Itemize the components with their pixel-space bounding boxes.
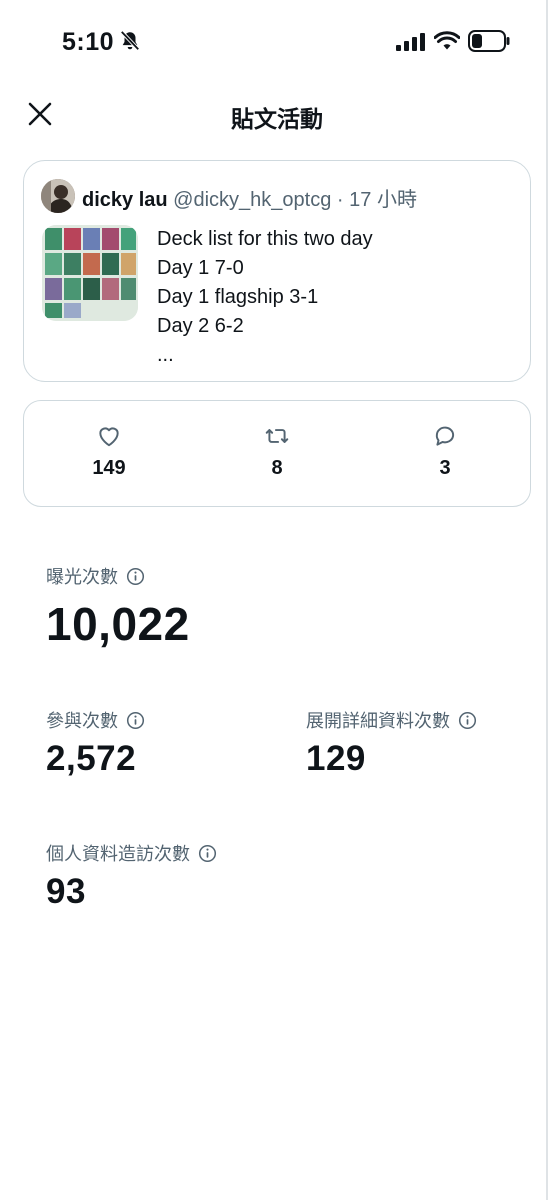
engagement-card: 149 8 3: [23, 400, 531, 507]
detail-expands-label: 展開詳細資料次數: [306, 711, 450, 731]
engagements-label-row: 參與次數: [46, 707, 145, 733]
battery-icon: [468, 30, 510, 52]
reply-icon: [435, 426, 455, 446]
scroll-edge: [546, 0, 548, 1200]
page-title: 貼文活動: [231, 106, 323, 132]
author-name[interactable]: dicky lau: [82, 189, 168, 211]
replies-count: 3: [439, 457, 451, 479]
info-icon[interactable]: [126, 711, 145, 730]
profile-visits-label-row: 個人資料造訪次數: [46, 840, 217, 866]
replies-stat[interactable]: 3: [405, 423, 485, 480]
cellular-signal-icon: [396, 33, 425, 51]
impressions-value: 10,022: [46, 598, 190, 650]
post-text: Deck list for this two day Day 1 7-0 Day…: [157, 225, 373, 370]
wifi-icon: [434, 31, 460, 50]
status-time: 5:10: [62, 28, 115, 56]
status-bar: 5:10: [0, 0, 554, 84]
engagements-label: 參與次數: [46, 711, 118, 731]
likes-stat[interactable]: 149: [69, 423, 149, 480]
repost-icon: [265, 429, 289, 443]
impressions-metric: 曝光次數 10,022: [46, 563, 190, 651]
impressions-label: 曝光次數: [46, 567, 118, 587]
info-icon[interactable]: [458, 711, 477, 730]
impressions-label-row: 曝光次數: [46, 563, 190, 589]
profile-visits-metric: 個人資料造訪次數 93: [46, 840, 217, 912]
profile-visits-label: 個人資料造訪次數: [46, 844, 190, 864]
separator-dot: ·: [336, 189, 344, 211]
likes-count: 149: [92, 457, 126, 479]
reposts-stat[interactable]: 8: [237, 423, 317, 480]
post-author-line: dicky lau @dicky_hk_optcg · 17 小時: [82, 183, 417, 212]
reposts-count: 8: [271, 457, 283, 479]
post-text-line: Day 2 6-2: [157, 315, 244, 337]
post-text-line: Deck list for this two day: [157, 228, 373, 250]
detail-expands-label-row: 展開詳細資料次數: [306, 707, 477, 733]
profile-visits-value: 93: [46, 872, 86, 911]
post-text-line: Day 1 7-0: [157, 257, 244, 279]
post-time: 17 小時: [349, 189, 417, 211]
heart-icon: [99, 427, 119, 447]
info-icon[interactable]: [198, 844, 217, 863]
engagements-metric: 參與次數 2,572: [46, 707, 145, 779]
detail-expands-value: 129: [306, 739, 366, 778]
avatar: [41, 179, 75, 213]
post-activity-screen: 5:10 貼文活動 dicky lau @dicky_hk_optcg · 17…: [0, 0, 554, 1200]
post-image-thumbnail[interactable]: [42, 225, 138, 321]
post-card[interactable]: dicky lau @dicky_hk_optcg · 17 小時 Deck l…: [23, 160, 531, 382]
bell-muted-icon: [120, 30, 140, 51]
info-icon[interactable]: [126, 567, 145, 586]
post-text-line: Day 1 flagship 3-1: [157, 286, 319, 308]
author-handle[interactable]: @dicky_hk_optcg: [173, 189, 331, 211]
post-text-line: ...: [157, 344, 174, 366]
detail-expands-metric: 展開詳細資料次數 129: [306, 707, 477, 779]
engagements-value: 2,572: [46, 739, 137, 778]
